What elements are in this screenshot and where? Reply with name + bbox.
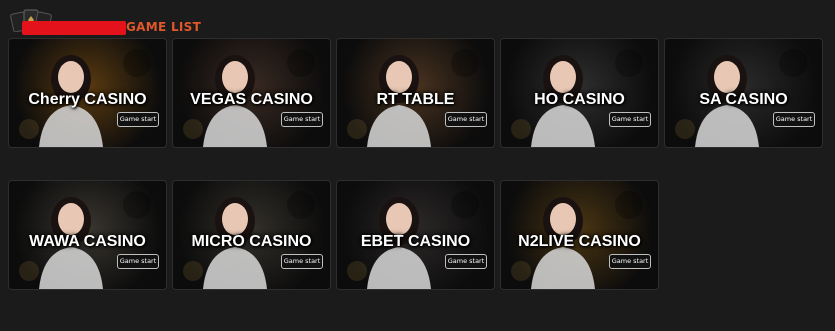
game-card-title: N2LIVE CASINO bbox=[518, 233, 641, 250]
game-card-title: HO CASINO bbox=[534, 91, 625, 108]
redacted-logo bbox=[22, 21, 126, 35]
game-card[interactable]: WAWA CASINO Game start bbox=[8, 180, 167, 290]
game-card-title: Cherry CASINO bbox=[28, 91, 147, 108]
game-card-title: VEGAS CASINO bbox=[190, 91, 313, 108]
game-card[interactable]: HO CASINO Game start bbox=[500, 38, 659, 148]
game-start-button[interactable]: Game start bbox=[281, 254, 323, 269]
game-card[interactable]: RT TABLE Game start bbox=[336, 38, 495, 148]
game-card-title: MICRO CASINO bbox=[191, 233, 312, 250]
game-start-button[interactable]: Game start bbox=[281, 112, 323, 127]
game-start-button[interactable]: Game start bbox=[117, 254, 159, 269]
game-start-button[interactable]: Game start bbox=[609, 112, 651, 127]
game-card-title: RT TABLE bbox=[376, 91, 455, 108]
game-card[interactable]: EBET CASINO Game start bbox=[336, 180, 495, 290]
page-title: GAME LIST bbox=[126, 20, 202, 34]
game-start-button[interactable]: Game start bbox=[445, 254, 487, 269]
game-card[interactable]: SA CASINO Game start bbox=[664, 38, 823, 148]
game-start-button[interactable]: Game start bbox=[445, 112, 487, 127]
game-card[interactable]: MICRO CASINO Game start bbox=[172, 180, 331, 290]
game-card[interactable]: VEGAS CASINO Game start bbox=[172, 38, 331, 148]
game-card-title: WAWA CASINO bbox=[29, 233, 146, 250]
game-list-header: GAME LIST bbox=[8, 6, 308, 35]
game-start-button[interactable]: Game start bbox=[773, 112, 815, 127]
game-card[interactable]: N2LIVE CASINO Game start bbox=[500, 180, 659, 290]
game-card[interactable]: Cherry CASINO Game start bbox=[8, 38, 167, 148]
game-start-button[interactable]: Game start bbox=[609, 254, 651, 269]
game-start-button[interactable]: Game start bbox=[117, 112, 159, 127]
game-card-title: SA CASINO bbox=[699, 91, 788, 108]
game-card-title: EBET CASINO bbox=[360, 233, 471, 250]
